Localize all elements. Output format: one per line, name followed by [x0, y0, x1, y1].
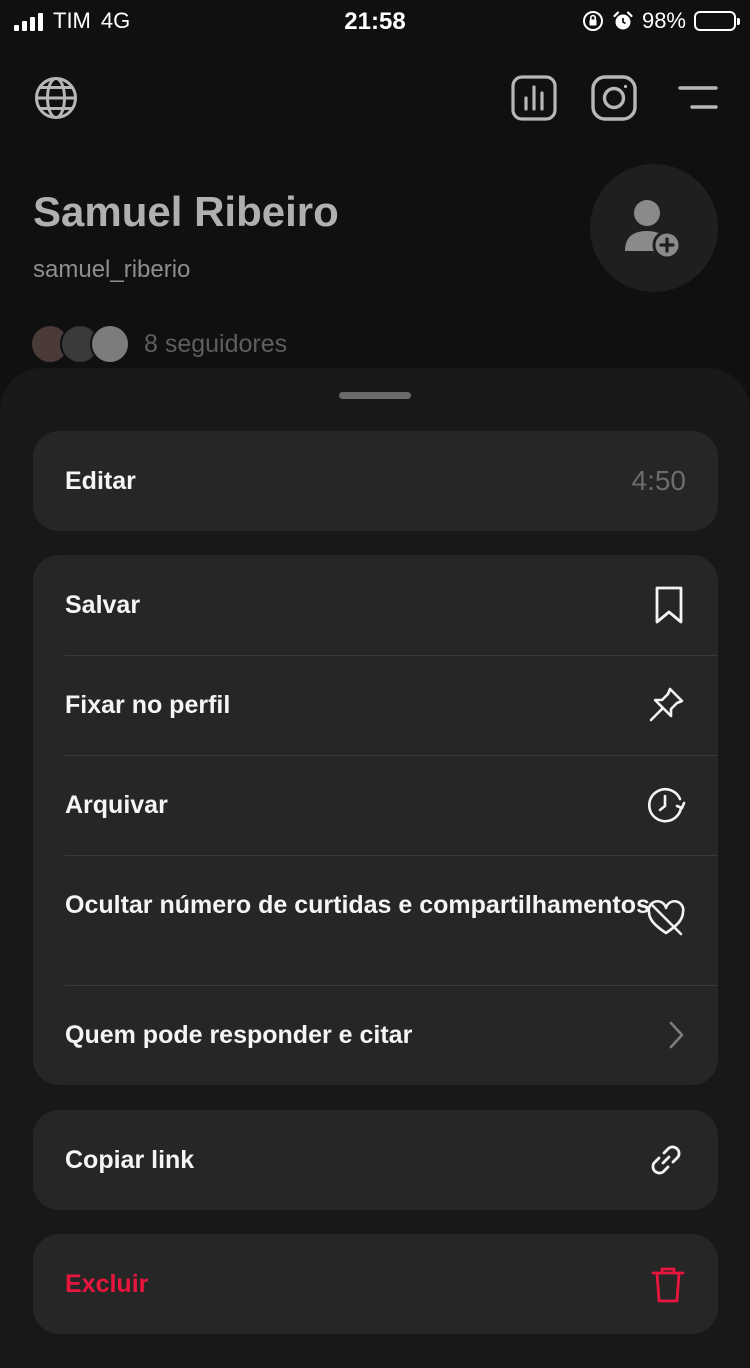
globe-button[interactable] [30, 72, 82, 124]
save-label: Salvar [65, 590, 141, 619]
chevron-right-icon [669, 1021, 684, 1049]
edit-time-remaining: 4:50 [631, 465, 687, 496]
save-item[interactable]: Salvar [33, 555, 718, 655]
reply-settings-label: Quem pode responder e citar [65, 1020, 413, 1049]
avatar [90, 324, 130, 364]
reply-settings-item[interactable]: Quem pode responder e citar [33, 985, 718, 1085]
network-label: 4G [100, 8, 131, 33]
actions-card: Salvar Fixar no perfil Arquivar Ocultar … [33, 555, 718, 1085]
battery-icon [694, 11, 740, 31]
bookmark-icon [655, 586, 683, 624]
alarm-icon [613, 11, 633, 30]
signal-icon [14, 11, 43, 31]
orientation-lock-icon [582, 11, 603, 31]
add-person-icon [625, 200, 682, 260]
edit-item[interactable]: Editar 4:50 [33, 431, 718, 531]
heart-off-icon [647, 899, 685, 936]
menu-icon [678, 86, 718, 109]
menu-button[interactable] [672, 72, 724, 124]
pin-label: Fixar no perfil [65, 690, 231, 719]
top-navigation [0, 72, 750, 128]
delete-item[interactable]: Excluir [33, 1234, 718, 1334]
battery-percent: 98% [641, 8, 686, 33]
copy-link-card: Copiar link [33, 1110, 718, 1210]
followers-summary[interactable]: 8 seguidores [30, 324, 287, 364]
hide-likes-label: Ocultar número de curtidas e compartilha… [65, 891, 650, 919]
archive-clock-icon [648, 787, 686, 823]
delete-card: Excluir [33, 1234, 718, 1334]
profile-handle: samuel_riberio [33, 256, 191, 283]
link-icon [651, 1145, 681, 1175]
edit-card: Editar 4:50 [33, 431, 718, 531]
copy-link-item[interactable]: Copiar link [33, 1110, 718, 1210]
edit-label: Editar [65, 466, 136, 495]
pin-to-profile-item[interactable]: Fixar no perfil [33, 655, 718, 755]
options-sheet: Editar 4:50 Salvar Fixar no perfil Arqui… [0, 368, 750, 1368]
follow-button[interactable] [590, 164, 718, 292]
pin-icon [649, 687, 684, 722]
followers-count: 8 seguidores [144, 329, 288, 358]
delete-label: Excluir [65, 1269, 149, 1298]
profile-name: Samuel Ribeiro [33, 188, 339, 235]
insights-button[interactable] [508, 72, 560, 124]
hide-likes-item[interactable]: Ocultar número de curtidas e compartilha… [33, 855, 718, 985]
instagram-icon [591, 75, 637, 121]
bar-chart-icon [511, 75, 557, 121]
sheet-drag-handle[interactable] [339, 392, 411, 399]
globe-icon [35, 77, 77, 119]
status-bar: TIM 4G 21:58 98% [0, 0, 750, 40]
copy-link-label: Copiar link [65, 1145, 195, 1174]
trash-icon [651, 1267, 685, 1303]
archive-item[interactable]: Arquivar [33, 755, 718, 855]
instagram-button[interactable] [588, 72, 640, 124]
carrier-label: TIM [53, 8, 91, 33]
archive-label: Arquivar [65, 790, 168, 819]
